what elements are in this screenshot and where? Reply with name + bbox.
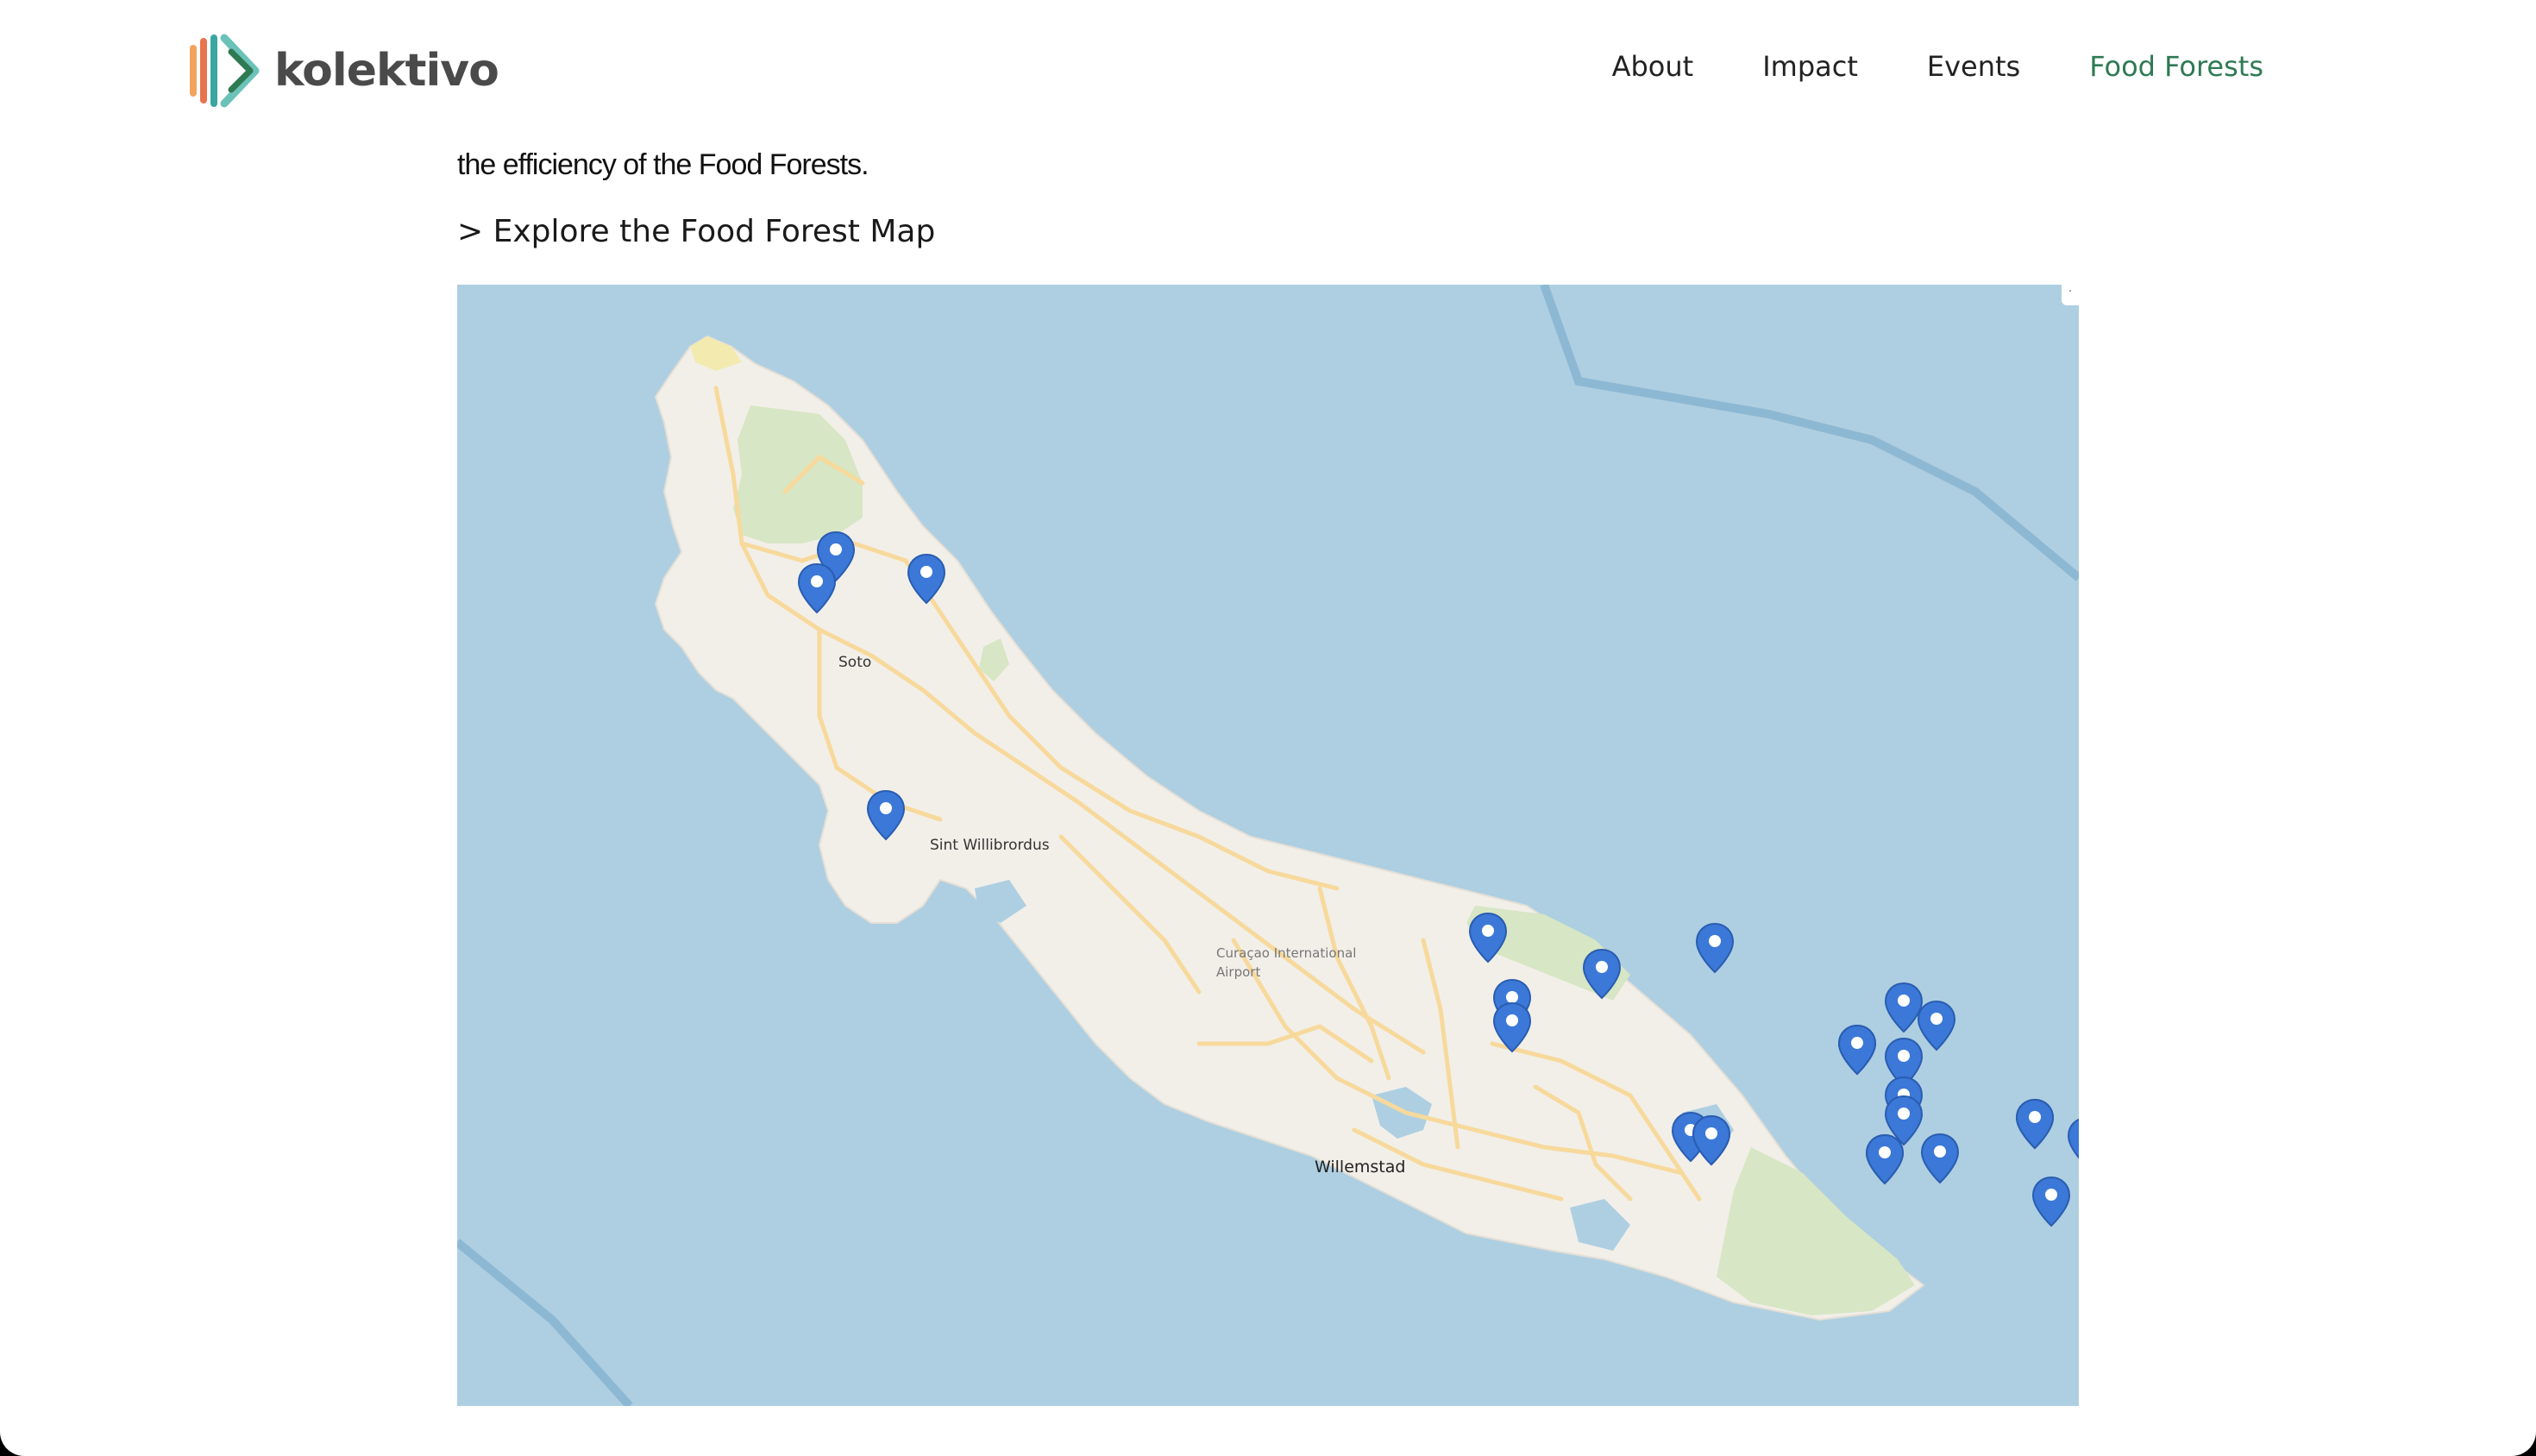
map-pin-icon <box>907 554 946 605</box>
maritime-boundary-line-sw <box>457 1239 633 1406</box>
nav-impact[interactable]: Impact <box>1762 50 1858 83</box>
map-pin-icon <box>1469 913 1508 963</box>
map-pin-icon <box>1865 1134 1904 1185</box>
map-pin-icon <box>797 563 836 614</box>
map-marker[interactable] <box>1695 922 1735 974</box>
map-attribution-toggle[interactable]: · <box>2062 285 2079 305</box>
map-pin-icon <box>2032 1177 2071 1227</box>
food-forest-map[interactable]: Soto Sint Willibrordus Curaçao Internati… <box>457 285 2079 1406</box>
map-marker[interactable] <box>2031 1176 2071 1227</box>
map-pin-icon <box>2068 1118 2079 1158</box>
map-marker[interactable] <box>2067 1116 2079 1168</box>
map-marker[interactable] <box>907 553 946 605</box>
map-pin-icon <box>1692 1114 1731 1166</box>
nav-about[interactable]: About <box>1612 50 1694 83</box>
map-marker[interactable] <box>1865 1133 1905 1185</box>
map-pin-icon <box>1493 1001 1532 1053</box>
intro-text: the efficiency of the Food Forests. <box>457 148 869 181</box>
map-marker[interactable] <box>1582 948 1622 1000</box>
map-label-soto: Soto <box>838 654 872 671</box>
nav-events[interactable]: Events <box>1927 50 2020 83</box>
main-content: the efficiency of the Food Forests. > Ex… <box>457 145 2079 1406</box>
map-pin-icon <box>1582 948 1621 1000</box>
map-label-airport: Curaçao International Airport <box>1216 945 1357 980</box>
brand-name: kolektivo <box>274 45 499 97</box>
map-marker[interactable] <box>1468 912 1508 963</box>
nav-food-forests[interactable]: Food Forests <box>2089 50 2263 83</box>
map-pin-icon <box>867 789 906 841</box>
page: kolektivo About Impact Events Food Fores… <box>0 0 2536 1456</box>
map-label-willemstad: Willemstad <box>1315 1158 1406 1177</box>
map-pin-icon <box>1920 1133 1959 1183</box>
map-marker[interactable] <box>866 789 906 841</box>
map-label-sint-willibrordus: Sint Willibrordus <box>930 837 1050 854</box>
maritime-boundary-line <box>1540 285 2079 581</box>
map-pin-icon <box>1695 922 1734 974</box>
map-marker[interactable] <box>2015 1098 2055 1150</box>
map-pin-icon <box>2016 1099 2055 1150</box>
brand-logo[interactable]: kolektivo <box>186 33 499 109</box>
site-header: kolektivo About Impact Events Food Fores… <box>0 0 2536 145</box>
map-marker[interactable] <box>1920 1133 1960 1184</box>
map-marker[interactable] <box>797 562 837 614</box>
map-pin-icon <box>1837 1024 1876 1076</box>
main-nav: About Impact Events Food Forests <box>1612 50 2263 83</box>
kolektivo-k-logo-icon <box>190 34 260 108</box>
map-base-layer <box>457 285 2079 1406</box>
explore-map-link[interactable]: > Explore the Food Forest Map <box>457 214 2079 266</box>
map-marker[interactable] <box>1492 1001 1532 1053</box>
map-marker[interactable] <box>1692 1114 1731 1166</box>
map-marker[interactable] <box>1837 1024 1877 1076</box>
